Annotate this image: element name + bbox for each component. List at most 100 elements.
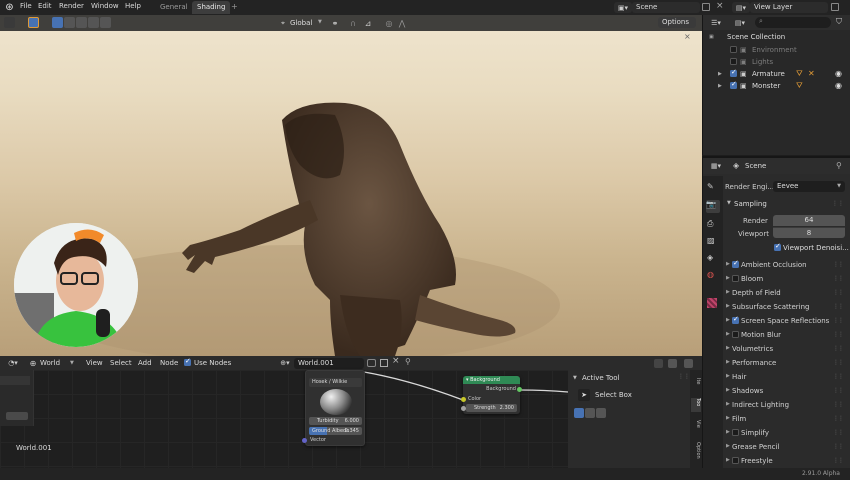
blender-logo-icon[interactable]: ⊛: [4, 2, 15, 13]
background-output-socket[interactable]: [517, 387, 522, 392]
freestyle-checkbox[interactable]: [732, 457, 739, 464]
orientation-chevron-icon[interactable]: ▼: [318, 19, 322, 25]
copy-view-layer-icon[interactable]: [831, 3, 839, 11]
viewport-denoise-checkbox[interactable]: [774, 242, 781, 251]
node-settings-icon[interactable]: [684, 359, 693, 368]
select-mode-new-icon[interactable]: [574, 408, 584, 418]
panel-grip-icon[interactable]: ⋮⋮: [833, 289, 844, 296]
outliner-item-environment[interactable]: ▣ Environment: [704, 44, 850, 56]
strength-input-socket[interactable]: [461, 406, 466, 411]
outliner-editor-type-icon[interactable]: ☰▾: [707, 17, 725, 28]
render-tab-icon[interactable]: 📷: [706, 200, 720, 213]
world-type-icon[interactable]: ⊕: [28, 358, 38, 368]
menu-help[interactable]: Help: [125, 2, 141, 10]
scene-name-field[interactable]: Scene: [632, 2, 700, 13]
ground-albedo-field[interactable]: Ground Albedo 0.345: [309, 427, 362, 435]
node-menu-add[interactable]: Add: [138, 359, 152, 367]
strength-field[interactable]: Strength 2.300: [466, 404, 517, 412]
display-mode-icon[interactable]: ▤▾: [731, 17, 749, 28]
use-nodes-checkbox[interactable]: [184, 357, 191, 366]
tab-view[interactable]: Vie: [691, 420, 701, 434]
panel-grip-icon[interactable]: ⋮⋮: [832, 200, 844, 207]
panel-grip-icon[interactable]: ⋮⋮: [833, 331, 844, 338]
tab-item[interactable]: Ite: [691, 378, 701, 392]
sampling-panel-header[interactable]: ▼ Sampling ⋮⋮: [724, 197, 847, 211]
expand-arrow-icon[interactable]: ▶: [718, 71, 722, 77]
tool-tab-icon[interactable]: ✎: [707, 182, 718, 193]
panel-hair[interactable]: ▶ Hair ⋮⋮: [723, 370, 846, 384]
world-name-field[interactable]: World.001: [294, 358, 364, 369]
pivot-icon[interactable]: ⚭: [329, 18, 341, 28]
view-layer-field[interactable]: View Layer: [750, 2, 828, 13]
panel-subsurface-scattering[interactable]: ▶ Subsurface Scattering ⋮⋮: [723, 300, 846, 314]
menu-edit[interactable]: Edit: [38, 2, 52, 10]
panel-film[interactable]: ▶ Film ⋮⋮: [723, 412, 846, 426]
panel-simplify[interactable]: ▶ Simplify ⋮⋮: [723, 426, 846, 440]
render-samples-field[interactable]: 64: [773, 215, 845, 226]
mode-box-icon-1[interactable]: [52, 17, 63, 28]
scene-selector-icon[interactable]: ▣▾: [614, 2, 632, 13]
panel-grip-icon[interactable]: ⋮⋮: [833, 373, 844, 380]
editor-type-icon[interactable]: [4, 17, 15, 28]
view-layer-selector-icon[interactable]: ▤▾: [732, 2, 750, 13]
panel-grease-pencil[interactable]: ▶ Grease Pencil ⋮⋮: [723, 440, 846, 454]
panel-depth-of-field[interactable]: ▶ Depth of Field ⋮⋮: [723, 286, 846, 300]
lights-checkbox[interactable]: [730, 58, 737, 65]
node-canvas[interactable]: Hosek / Wilkie Turbidity 6.000 Ground Al…: [0, 370, 568, 468]
panel-screen-space-reflections[interactable]: ▶ Screen Space Reflections ⋮⋮: [723, 314, 846, 328]
filter-icon[interactable]: ⛉: [836, 17, 842, 27]
turbidity-field[interactable]: Turbidity 6.000: [309, 417, 362, 425]
world-type-chevron-icon[interactable]: ▼: [70, 360, 74, 366]
panel-motion-blur[interactable]: ▶ Motion Blur ⋮⋮: [723, 328, 846, 342]
armature-checkbox[interactable]: [730, 68, 737, 77]
orientation-dropdown[interactable]: Global: [290, 19, 312, 27]
panel-grip-icon[interactable]: ⋮⋮: [833, 401, 844, 408]
simplify-checkbox[interactable]: [732, 429, 739, 436]
view-layer-tab-icon[interactable]: ▨: [707, 236, 718, 247]
mode-box-icon-3[interactable]: [76, 17, 87, 28]
add-workspace-button[interactable]: +: [231, 2, 238, 11]
background-node-header[interactable]: ▾ Background: [463, 376, 520, 384]
panel-grip-icon[interactable]: ⋮⋮: [833, 275, 844, 282]
mode-box-icon-2[interactable]: [64, 17, 75, 28]
panel-grip-icon[interactable]: ⋮⋮: [833, 345, 844, 352]
monster-checkbox[interactable]: [730, 80, 737, 89]
snap-icon[interactable]: ⊿: [362, 18, 374, 28]
panel-grip-icon[interactable]: ⋮⋮: [833, 429, 844, 436]
node-menu-view[interactable]: View: [86, 359, 103, 367]
tab-options[interactable]: Option: [691, 442, 701, 464]
panel-indirect-lighting[interactable]: ▶ Indirect Lighting ⋮⋮: [723, 398, 846, 412]
environment-checkbox[interactable]: [730, 46, 737, 53]
tab-general[interactable]: General: [155, 1, 193, 14]
menu-render[interactable]: Render: [59, 2, 84, 10]
panel-grip-icon[interactable]: ⋮⋮: [833, 415, 844, 422]
remove-scene-icon[interactable]: ×: [716, 1, 724, 11]
panel-bloom[interactable]: ▶ Bloom ⋮⋮: [723, 272, 846, 286]
mode-box-icon-5[interactable]: [100, 17, 111, 28]
tab-tool[interactable]: Too: [691, 398, 701, 412]
scene-tab-icon[interactable]: ◈: [707, 253, 718, 264]
panel-volumetrics[interactable]: ▶ Volumetrics ⋮⋮: [723, 342, 846, 356]
expand-arrow-icon[interactable]: ▶: [718, 83, 722, 89]
render-engine-dropdown[interactable]: Eevee ▼: [773, 181, 845, 192]
outliner-search-input[interactable]: ⌕: [755, 17, 831, 28]
panel-shadows[interactable]: ▶ Shadows ⋮⋮: [723, 384, 846, 398]
panel-grip-icon[interactable]: ⋮⋮: [833, 317, 844, 324]
sky-texture-node[interactable]: Hosek / Wilkie Turbidity 6.000 Ground Al…: [305, 370, 365, 446]
sky-type-dropdown[interactable]: Hosek / Wilkie: [309, 378, 362, 387]
panel-freestyle[interactable]: ▶ Freestyle ⋮⋮: [723, 454, 846, 466]
select-box-tool-icon[interactable]: ➤: [578, 389, 590, 401]
magnet-icon[interactable]: ∩: [348, 18, 358, 28]
mode-box-icon-4[interactable]: [88, 17, 99, 28]
panel-grip-icon[interactable]: ⋮⋮: [833, 443, 844, 450]
texture-tab-icon[interactable]: [707, 298, 717, 308]
outliner-item-monster[interactable]: ▶ ▣ Monster ⛛ ◉: [704, 80, 850, 92]
pin-properties-icon[interactable]: ⚲: [836, 161, 842, 170]
outliner-item-lights[interactable]: ▣ Lights: [704, 56, 850, 68]
node-editor-type-icon[interactable]: ◔▾: [4, 358, 22, 368]
vector-input-socket[interactable]: [302, 438, 307, 443]
options-dropdown[interactable]: Options: [658, 17, 696, 28]
active-tool-collapse-icon[interactable]: ▼: [573, 375, 577, 381]
snap-node-icon[interactable]: [654, 359, 663, 368]
menu-file[interactable]: File: [20, 2, 32, 10]
